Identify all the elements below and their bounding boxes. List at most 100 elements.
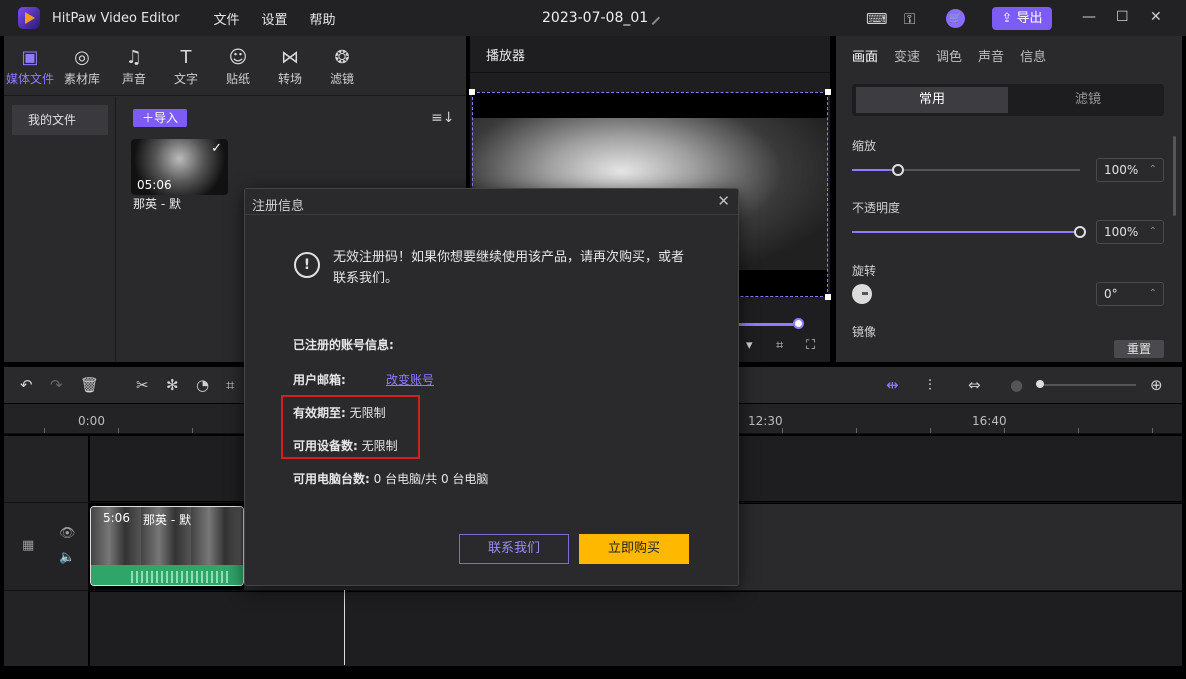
tick bbox=[930, 428, 931, 433]
tick bbox=[118, 428, 119, 433]
zoom-slider[interactable] bbox=[1040, 384, 1136, 386]
delete-icon[interactable]: 🗑 bbox=[80, 376, 99, 394]
app-logo bbox=[18, 7, 40, 29]
dropdown-arrow-icon[interactable]: ▾ bbox=[746, 338, 753, 353]
scale-input[interactable]: 100% bbox=[1096, 158, 1164, 182]
tab-color[interactable]: 调色 bbox=[936, 46, 962, 65]
speed-icon[interactable]: ◔ bbox=[196, 376, 209, 394]
title-bar: HitPaw Video Editor 文件 设置 帮助 2023-07-08_… bbox=[0, 0, 1186, 36]
segment-filter[interactable]: 滤镜 bbox=[1012, 87, 1164, 113]
mirror-label: 镜像 bbox=[852, 325, 877, 339]
opacity-input[interactable]: 100% bbox=[1096, 220, 1164, 244]
reset-button[interactable]: 重置 bbox=[1114, 340, 1164, 358]
highlight-box bbox=[281, 395, 420, 459]
computers-value: 0 台电脑/共 0 台电脑 bbox=[373, 472, 489, 486]
tick-label: 12:30 bbox=[748, 414, 783, 428]
undo-icon[interactable]: ↶ bbox=[20, 376, 33, 394]
key-icon[interactable]: ⚿ bbox=[904, 10, 915, 28]
zoom-knob[interactable] bbox=[1036, 380, 1044, 388]
tool-transition[interactable]: ⋈ 转场 bbox=[264, 36, 316, 95]
registration-dialog: 注册信息 ✕ ! 无效注册码！如果你想要继续使用该产品，请再次购买，或者联系我们… bbox=[244, 188, 739, 586]
menu-help[interactable]: 帮助 bbox=[310, 9, 336, 28]
tab-picture[interactable]: 画面 bbox=[852, 46, 878, 65]
opacity-slider[interactable] bbox=[852, 226, 1086, 238]
zoom-in-icon[interactable]: ⊕ bbox=[1150, 376, 1163, 394]
cart-icon[interactable]: 🛒 bbox=[946, 9, 965, 28]
tool-library[interactable]: ◎ 素材库 bbox=[56, 36, 108, 95]
tool-media-files[interactable]: ▣ 媒体文件 bbox=[4, 36, 56, 95]
scale-label: 缩放 bbox=[852, 139, 877, 153]
opacity-knob[interactable] bbox=[1074, 226, 1086, 238]
text-icon: T bbox=[180, 47, 192, 68]
minimize-icon[interactable]: — bbox=[1082, 9, 1096, 25]
properties-scrollbar[interactable] bbox=[1173, 136, 1176, 216]
close-icon[interactable]: ✕ bbox=[717, 192, 730, 210]
playback-knob[interactable] bbox=[793, 318, 804, 329]
app-name: HitPaw Video Editor bbox=[52, 10, 180, 26]
menu-settings[interactable]: 设置 bbox=[262, 9, 288, 28]
contact-us-button[interactable]: 联系我们 bbox=[459, 534, 569, 564]
maximize-icon[interactable]: ☐ bbox=[1116, 9, 1129, 25]
zoom-out-icon[interactable]: ● bbox=[1010, 376, 1023, 394]
freeze-icon[interactable]: ✻ bbox=[166, 376, 179, 394]
buy-now-button[interactable]: 立即购买 bbox=[579, 534, 689, 564]
email-row: 用户邮箱: bbox=[293, 371, 346, 388]
account-header: 已注册的账号信息: bbox=[293, 336, 394, 353]
rotate-dial[interactable] bbox=[852, 284, 872, 304]
export-label: 导出 bbox=[1016, 11, 1043, 26]
tool-filter[interactable]: ❂ 滤镜 bbox=[316, 36, 368, 95]
my-files-item[interactable]: 我的文件 bbox=[12, 105, 108, 135]
segment-common[interactable]: 常用 bbox=[856, 87, 1008, 113]
tool-label: 声音 bbox=[121, 72, 146, 86]
resize-handle[interactable] bbox=[469, 89, 475, 95]
clip-waveform bbox=[91, 565, 243, 585]
tool-label: 贴纸 bbox=[225, 72, 250, 86]
sort-icon[interactable]: ≡↓ bbox=[431, 110, 454, 126]
crop-tool-icon[interactable]: ⌗ bbox=[226, 376, 234, 394]
scale-slider[interactable] bbox=[852, 164, 1080, 176]
media-thumbnail[interactable]: ✓ 05:06 bbox=[131, 139, 228, 195]
tool-label: 文字 bbox=[173, 72, 198, 86]
tool-text[interactable]: T 文字 bbox=[160, 36, 212, 95]
email-label: 用户邮箱: bbox=[293, 373, 346, 387]
audio-track[interactable] bbox=[90, 592, 1182, 666]
snap-icon[interactable]: ⇹ bbox=[886, 376, 899, 394]
change-account-link[interactable]: 改变账号 bbox=[386, 371, 434, 388]
tick-label: 0:00 bbox=[78, 414, 105, 428]
playhead[interactable] bbox=[344, 590, 345, 665]
media-name: 那英 - 默 bbox=[133, 197, 181, 211]
menu-file[interactable]: 文件 bbox=[214, 9, 240, 28]
fullscreen-icon[interactable]: ⛶ bbox=[806, 338, 815, 353]
scale-knob[interactable] bbox=[891, 164, 904, 176]
clip-duration: 5:06 bbox=[103, 511, 130, 525]
close-window-icon[interactable]: ✕ bbox=[1150, 9, 1162, 25]
video-clip[interactable]: 5:06 那英 - 默 bbox=[90, 506, 244, 586]
redo-icon[interactable]: ↷ bbox=[50, 376, 63, 394]
tool-audio[interactable]: ♫ 声音 bbox=[108, 36, 160, 95]
computers-row: 可用电脑台数: 0 台电脑/共 0 台电脑 bbox=[293, 470, 488, 487]
resize-handle[interactable] bbox=[825, 89, 831, 95]
speaker-icon[interactable]: 🔈 bbox=[59, 550, 75, 565]
split-marker-icon[interactable]: ⫶ bbox=[928, 376, 932, 394]
tab-speed[interactable]: 变速 bbox=[894, 46, 920, 65]
cut-icon[interactable]: ✂ bbox=[136, 376, 149, 394]
tool-sticker[interactable]: ☺ 贴纸 bbox=[212, 36, 264, 95]
scale-fill bbox=[852, 169, 898, 171]
transition-icon: ⋈ bbox=[281, 47, 299, 68]
film-icon: ▦ bbox=[22, 538, 35, 553]
rotate-input[interactable]: 0° bbox=[1096, 282, 1164, 306]
export-button[interactable]: ⇪ 导出 bbox=[992, 7, 1052, 30]
dialog-header: 注册信息 ✕ bbox=[245, 189, 738, 215]
project-title[interactable]: 2023-07-08_01 bbox=[542, 10, 648, 26]
tab-sound[interactable]: 声音 bbox=[978, 46, 1004, 65]
keyboard-icon[interactable]: ⌨ bbox=[866, 10, 888, 28]
properties-panel: 画面 变速 调色 声音 信息 常用 滤镜 缩放 100% 不透明度 100% 旋… bbox=[836, 36, 1182, 362]
tick bbox=[1004, 428, 1005, 433]
crop-icon[interactable]: ⌗ bbox=[776, 338, 783, 353]
eye-icon[interactable]: 👁 bbox=[59, 526, 76, 541]
tab-info[interactable]: 信息 bbox=[1020, 46, 1046, 65]
fit-timeline-icon[interactable]: ⇔ bbox=[968, 376, 981, 394]
import-button[interactable]: ＋导入 bbox=[133, 109, 187, 127]
resize-handle[interactable] bbox=[825, 294, 831, 300]
rotate-label: 旋转 bbox=[852, 264, 877, 278]
